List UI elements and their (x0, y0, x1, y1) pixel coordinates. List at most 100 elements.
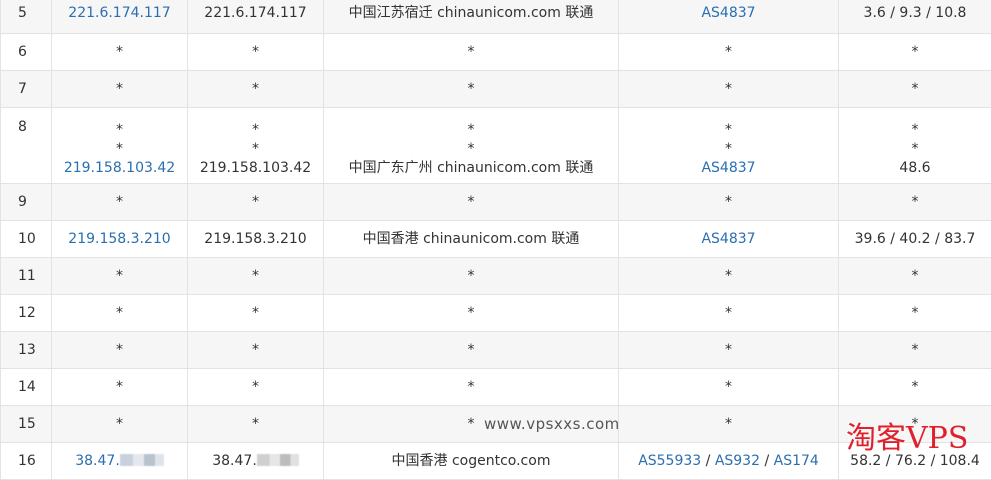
location: 中国香港 cogentco.com (324, 443, 619, 480)
location: * (324, 140, 618, 159)
ip-address: * (188, 184, 324, 221)
location: 中国广东广州 chinaunicom.com 联通 (324, 159, 618, 178)
ip-link: * (52, 295, 188, 332)
asn-link[interactable]: AS932 (715, 453, 760, 469)
watermark-brand: 淘客VPS (846, 421, 968, 457)
table-row: 11 * * * * * (1, 258, 991, 295)
ip-address: * (188, 121, 323, 140)
rtt: * (839, 121, 991, 140)
ip-link[interactable]: 219.158.3.210 (68, 231, 170, 247)
asn-link: * (619, 258, 839, 295)
rtt: * (839, 332, 991, 369)
ip-link: * (52, 121, 187, 140)
watermark-url: www.vpsxxs.com (484, 415, 620, 433)
hop-number: 5 (1, 0, 52, 34)
asn-separator: / (701, 453, 715, 469)
asn-link: * (619, 332, 839, 369)
table-row: 16 38.47. 38.47. 中国香港 cogentco.com AS559… (1, 443, 991, 480)
rtt: * (839, 295, 991, 332)
hop-number: 15 (1, 406, 52, 443)
asn-link: * (619, 369, 839, 406)
table-row: 13 * * * * * (1, 332, 991, 369)
hop-number: 10 (1, 221, 52, 258)
ip-address: * (188, 295, 324, 332)
hop-number: 6 (1, 34, 52, 71)
location: * (324, 295, 619, 332)
hop-number: 14 (1, 369, 52, 406)
location: * (324, 369, 619, 406)
ip-link: * (52, 34, 188, 71)
asn-link: * (619, 406, 839, 443)
location: 中国香港 chinaunicom.com 联通 (324, 221, 619, 258)
asn-separator: / (760, 453, 774, 469)
asn-link: * (619, 295, 839, 332)
ip-address: * (188, 140, 323, 159)
ip-address: 38.47. (212, 453, 257, 469)
ip-address: * (188, 34, 324, 71)
ip-link: * (52, 369, 188, 406)
hop-number: 8 (1, 108, 52, 184)
asn-link[interactable]: AS4837 (701, 5, 755, 21)
hop-number: 7 (1, 71, 52, 108)
ip-address: * (188, 71, 324, 108)
location: * (324, 121, 618, 140)
ip-address: 219.158.3.210 (188, 221, 324, 258)
ip-address: 219.158.103.42 (188, 159, 323, 178)
rtt: * (839, 184, 991, 221)
table-row: 12 * * * * * (1, 295, 991, 332)
asn-link[interactable]: AS4837 (701, 231, 755, 247)
asn-link[interactable]: AS4837 (701, 160, 755, 176)
rtt: * (839, 71, 991, 108)
location: * (324, 258, 619, 295)
table-row: 7 * * * * * (1, 71, 991, 108)
redacted-ip-blur (120, 454, 164, 466)
rtt: * (839, 140, 991, 159)
asn-link: * (619, 140, 838, 159)
rtt: * (839, 34, 991, 71)
ip-address: * (188, 369, 324, 406)
table-row: 6 * * * * * (1, 34, 991, 71)
asn-link[interactable]: AS55933 (638, 453, 701, 469)
location: * (324, 332, 619, 369)
ip-address: * (188, 332, 324, 369)
ip-link: * (52, 332, 188, 369)
asn-link: * (619, 121, 838, 140)
hop-number: 13 (1, 332, 52, 369)
ip-address: * (188, 406, 324, 443)
location: 中国江苏宿迁 chinaunicom.com 联通 (324, 0, 619, 34)
location: * (324, 34, 619, 71)
asn-link[interactable]: AS174 (774, 453, 819, 469)
hop-number: 9 (1, 184, 52, 221)
table-row: 5 221.6.174.117 221.6.174.117 中国江苏宿迁 chi… (1, 0, 991, 34)
table-row: 14 * * * * * (1, 369, 991, 406)
asn-link: * (619, 184, 839, 221)
location: * (324, 71, 619, 108)
ip-link: * (52, 71, 188, 108)
table-row: 10 219.158.3.210 219.158.3.210 中国香港 chin… (1, 221, 991, 258)
ip-address: * (188, 258, 324, 295)
hop-number: 11 (1, 258, 52, 295)
asn-list: AS55933 / AS932 / AS174 (619, 443, 839, 480)
ip-link[interactable]: 38.47. (75, 453, 120, 469)
table-row: 8 * * 219.158.103.42 * * 219.158.103.42 … (1, 108, 991, 184)
location: * (324, 184, 619, 221)
rtt: * (839, 369, 991, 406)
ip-link: * (52, 258, 188, 295)
hop-number: 16 (1, 443, 52, 480)
ip-link: * (52, 406, 188, 443)
ip-link[interactable]: 221.6.174.117 (68, 5, 170, 21)
rtt: 39.6 / 40.2 / 83.7 (839, 221, 991, 258)
table-row: 9 * * * * * (1, 184, 991, 221)
rtt: * (839, 258, 991, 295)
traceroute-table: 5 221.6.174.117 221.6.174.117 中国江苏宿迁 chi… (0, 0, 991, 480)
asn-link: * (619, 71, 839, 108)
ip-link: * (52, 184, 188, 221)
asn-link: * (619, 34, 839, 71)
hop-number: 12 (1, 295, 52, 332)
ip-link[interactable]: 219.158.103.42 (64, 160, 175, 176)
ip-address: 221.6.174.117 (188, 0, 324, 34)
rtt: 3.6 / 9.3 / 10.8 (839, 0, 991, 34)
rtt: 48.6 (839, 159, 991, 178)
ip-link: * (52, 140, 187, 159)
redacted-ip-blur (257, 454, 299, 466)
